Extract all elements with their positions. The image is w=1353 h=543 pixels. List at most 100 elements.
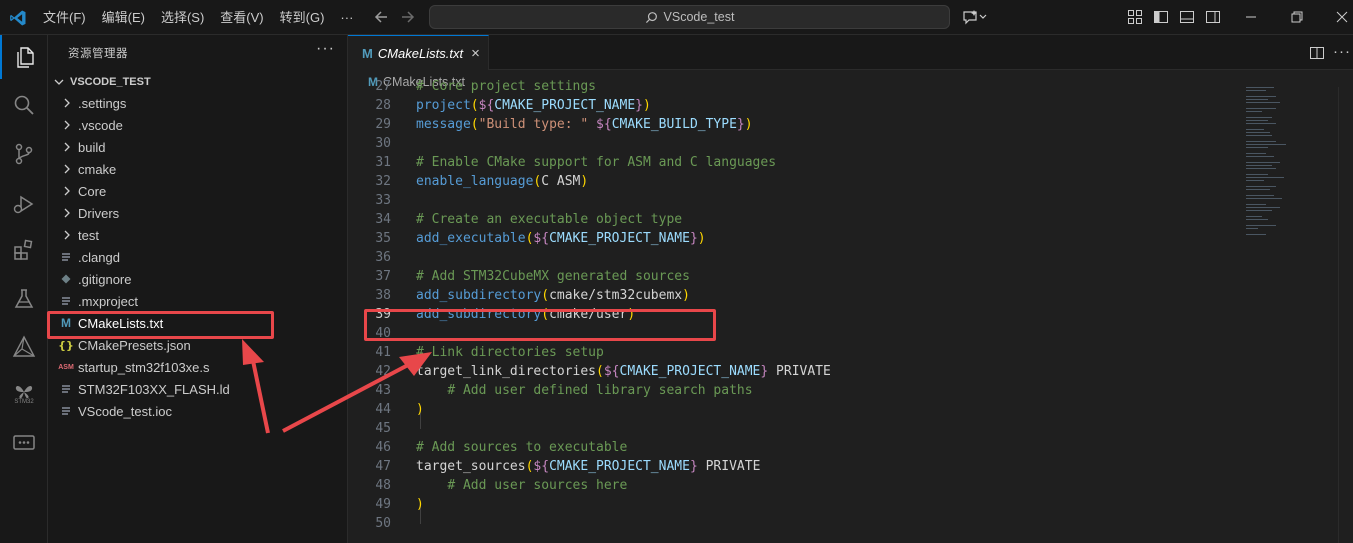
code-line[interactable]: 37 # Add STM32CubeMX generated sources — [348, 267, 1248, 286]
remote-tab[interactable] — [0, 420, 48, 464]
code-line[interactable]: 43 # Add user defined library search pat… — [348, 381, 1248, 400]
code-token: add_subdirectory — [416, 288, 542, 303]
tree-folder[interactable]: test — [48, 224, 347, 246]
search-tab[interactable] — [0, 83, 48, 127]
tab-cmakelists[interactable]: M CMakeLists.txt × — [348, 35, 489, 70]
code-line[interactable]: 45 — [348, 419, 1248, 438]
code-line[interactable]: 27 # Core project settings — [348, 77, 1248, 96]
tree-folder[interactable]: cmake — [48, 158, 347, 180]
customize-layout-icon[interactable] — [1127, 9, 1143, 25]
code-line[interactable]: 49) — [348, 495, 1248, 514]
run-debug-tab[interactable] — [0, 182, 48, 226]
tree-item-label: .gitignore — [78, 271, 132, 287]
code-token: ) — [744, 117, 753, 132]
restore-icon[interactable] — [1289, 9, 1305, 25]
tree-folder[interactable]: Drivers — [48, 202, 347, 224]
code-line[interactable]: 33 — [348, 191, 1248, 210]
toggle-panel-icon[interactable] — [1179, 9, 1195, 25]
code-line[interactable]: 28 project(${CMAKE_PROJECT_NAME}) — [348, 96, 1248, 115]
minimap-line — [1246, 111, 1262, 112]
tree-file[interactable]: ASM startup_stm32f103xe.s — [48, 356, 347, 378]
tree-folder[interactable]: Core — [48, 180, 347, 202]
code-line[interactable]: 35 add_executable(${CMAKE_PROJECT_NAME}) — [348, 229, 1248, 248]
tree-item-label: cmake — [78, 161, 117, 177]
menu-edit[interactable]: 编辑(E) — [94, 0, 153, 35]
toggle-secondary-sidebar-icon[interactable] — [1205, 9, 1221, 25]
code-text: target_sources(${CMAKE_PROJECT_NAME} PRI… — [416, 457, 760, 476]
editor-scrollbar[interactable] — [1338, 87, 1352, 543]
sidebar-more-button[interactable]: ··· — [316, 40, 335, 58]
toggle-primary-sidebar-icon[interactable] — [1153, 9, 1169, 25]
menu-selection[interactable]: 选择(S) — [153, 0, 212, 35]
code-line[interactable]: 50 — [348, 514, 1248, 533]
menu-more[interactable]: ··· — [332, 0, 361, 35]
code-token: # Add user sources here — [447, 478, 628, 493]
code-token: ) — [416, 497, 424, 512]
code-line[interactable]: 34 # Create an executable object type — [348, 210, 1248, 229]
tree-folder[interactable]: .vscode — [48, 114, 347, 136]
tree-file[interactable]: .mxproject — [48, 290, 347, 312]
menu-go[interactable]: 转到(G) — [272, 0, 333, 35]
minimap-line — [1246, 174, 1268, 175]
menu-view[interactable]: 查看(V) — [212, 0, 271, 35]
activity-bar: STM32 — [0, 35, 48, 543]
lines-file-icon — [58, 403, 74, 419]
minimap[interactable] — [1244, 87, 1324, 247]
code-line[interactable]: 36 — [348, 248, 1248, 267]
minimap-line — [1246, 108, 1276, 109]
minimap-line — [1246, 225, 1276, 226]
code-line[interactable]: 29 message("Build type: " ${CMAKE_BUILD_T… — [348, 115, 1248, 134]
copilot-chat-icon[interactable] — [962, 9, 988, 25]
code-token: ) — [643, 98, 651, 113]
minimap-line — [1246, 168, 1276, 169]
code-text: enable_language(C ASM) — [416, 172, 588, 191]
code-line[interactable]: 38 add_subdirectory(cmake/stm32cubemx) — [348, 286, 1248, 305]
back-arrow-icon[interactable] — [372, 8, 392, 26]
code-token: ( — [596, 364, 604, 379]
stm32-tab[interactable]: STM32 — [0, 372, 48, 416]
tree-file[interactable]: .clangd — [48, 246, 347, 268]
explorer-tab[interactable] — [0, 35, 48, 79]
workspace-root[interactable]: VSCODE_TEST — [52, 71, 151, 93]
tree-folder[interactable]: build — [48, 136, 347, 158]
tab-close-icon[interactable]: × — [471, 45, 480, 62]
code-text: # Add user sources here — [416, 476, 627, 495]
minimize-icon[interactable] — [1243, 9, 1259, 25]
line-number: 31 — [375, 155, 391, 170]
code-line[interactable]: 44) — [348, 400, 1248, 419]
tree-file[interactable]: STM32F103XX_FLASH.ld — [48, 378, 347, 400]
code-line[interactable]: 42 target_link_directories(${CMAKE_PROJEC… — [348, 362, 1248, 381]
code-line[interactable]: 31 # Enable CMake support for ASM and C l… — [348, 153, 1248, 172]
code-line[interactable]: 46 # Add sources to executable — [348, 438, 1248, 457]
code-token: ) — [580, 174, 589, 189]
code-token: # Core project settings — [416, 79, 597, 94]
vscode-logo-icon — [10, 10, 26, 26]
code-line[interactable]: 32 enable_language(C ASM) — [348, 172, 1248, 191]
code-token: } — [736, 117, 745, 132]
tree-item-label: .settings — [78, 95, 127, 111]
code-line[interactable]: 30 — [348, 134, 1248, 153]
minimap-line — [1246, 219, 1268, 220]
chevron-down-icon — [54, 79, 64, 85]
forward-arrow-icon[interactable] — [397, 8, 417, 26]
extensions-tab[interactable] — [0, 228, 48, 272]
command-center-search[interactable]: VScode_test — [429, 5, 950, 29]
menu-file[interactable]: 文件(F) — [35, 0, 94, 35]
source-control-tab[interactable] — [0, 132, 48, 176]
files-icon — [17, 47, 34, 68]
cmake-tab[interactable] — [0, 325, 48, 369]
code-line[interactable]: 47 target_sources(${CMAKE_PROJECT_NAME} P… — [348, 457, 1248, 476]
testing-tab[interactable] — [0, 277, 48, 321]
split-editor-icon[interactable] — [1309, 45, 1325, 61]
code-line[interactable]: 41 # Link directories setup — [348, 343, 1248, 362]
code-token: ( — [470, 117, 479, 132]
code-token: add_executable — [416, 231, 526, 246]
tree-file[interactable]: VScode_test.ioc — [48, 400, 347, 422]
line-number: 30 — [375, 136, 391, 151]
editor-more-button[interactable]: ··· — [1333, 43, 1351, 60]
code-line[interactable]: 48 # Add user sources here — [348, 476, 1248, 495]
tree-file[interactable]: .gitignore — [48, 268, 347, 290]
close-window-icon[interactable] — [1334, 9, 1350, 25]
tree-folder[interactable]: .settings — [48, 92, 347, 114]
minimap-line — [1246, 120, 1268, 121]
